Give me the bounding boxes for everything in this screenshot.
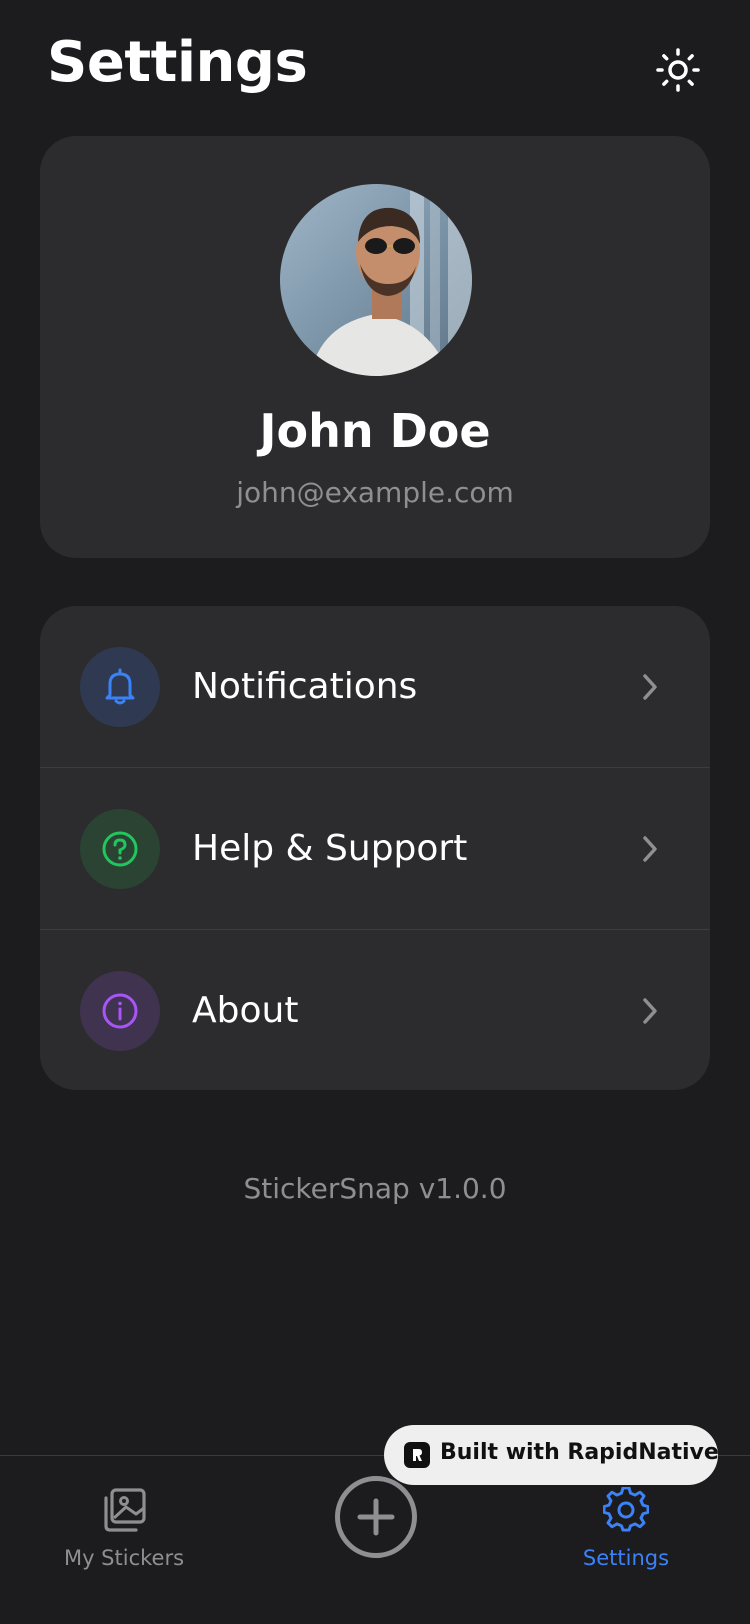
menu-item-label: Help & Support bbox=[192, 828, 468, 869]
tab-label: Settings bbox=[582, 1546, 670, 1570]
menu-item-about[interactable]: About bbox=[40, 930, 710, 1090]
rapidnative-logo-icon bbox=[404, 1442, 430, 1468]
gear-icon bbox=[602, 1486, 650, 1534]
sun-icon bbox=[656, 48, 700, 92]
tab-label: My Stickers bbox=[63, 1546, 185, 1570]
info-circle-icon bbox=[102, 993, 138, 1028]
add-sticker-button[interactable] bbox=[335, 1476, 417, 1558]
page-title: Settings bbox=[47, 30, 308, 95]
menu-item-label: About bbox=[192, 990, 299, 1031]
gallery-icon bbox=[100, 1486, 148, 1534]
menu-item-help-support[interactable]: Help & Support bbox=[40, 768, 710, 929]
about-icon-circle bbox=[80, 970, 160, 1051]
tab-settings[interactable]: Settings bbox=[536, 1486, 716, 1596]
plus-icon bbox=[357, 1498, 395, 1536]
theme-toggle-button[interactable] bbox=[652, 44, 704, 96]
badge-text: Built with RapidNative bbox=[440, 1440, 719, 1465]
menu-item-label: Notifications bbox=[192, 666, 418, 707]
profile-name: John Doe bbox=[259, 404, 491, 458]
bell-icon bbox=[105, 668, 135, 704]
chevron-right-icon bbox=[638, 671, 662, 703]
avatar[interactable] bbox=[280, 184, 472, 376]
profile-card: John Doe john@example.com bbox=[40, 136, 710, 558]
menu-item-notifications[interactable]: Notifications bbox=[40, 606, 710, 767]
settings-menu: Notifications Help & Support About bbox=[40, 606, 710, 1090]
settings-screen: Settings John Doe john@example.com Notif… bbox=[0, 0, 750, 1624]
help-icon-circle bbox=[80, 808, 160, 889]
chevron-right-icon bbox=[638, 995, 662, 1027]
avatar-photo bbox=[280, 184, 472, 376]
app-version: StickerSnap v1.0.0 bbox=[243, 1172, 507, 1205]
built-with-rapidnative-badge[interactable]: Built with RapidNative bbox=[384, 1425, 719, 1485]
notifications-icon-circle bbox=[80, 646, 160, 727]
header: Settings bbox=[0, 0, 750, 130]
question-circle-icon bbox=[102, 831, 138, 866]
tab-my-stickers[interactable]: My Stickers bbox=[34, 1486, 214, 1596]
chevron-right-icon bbox=[638, 833, 662, 865]
profile-email: john@example.com bbox=[236, 476, 514, 509]
